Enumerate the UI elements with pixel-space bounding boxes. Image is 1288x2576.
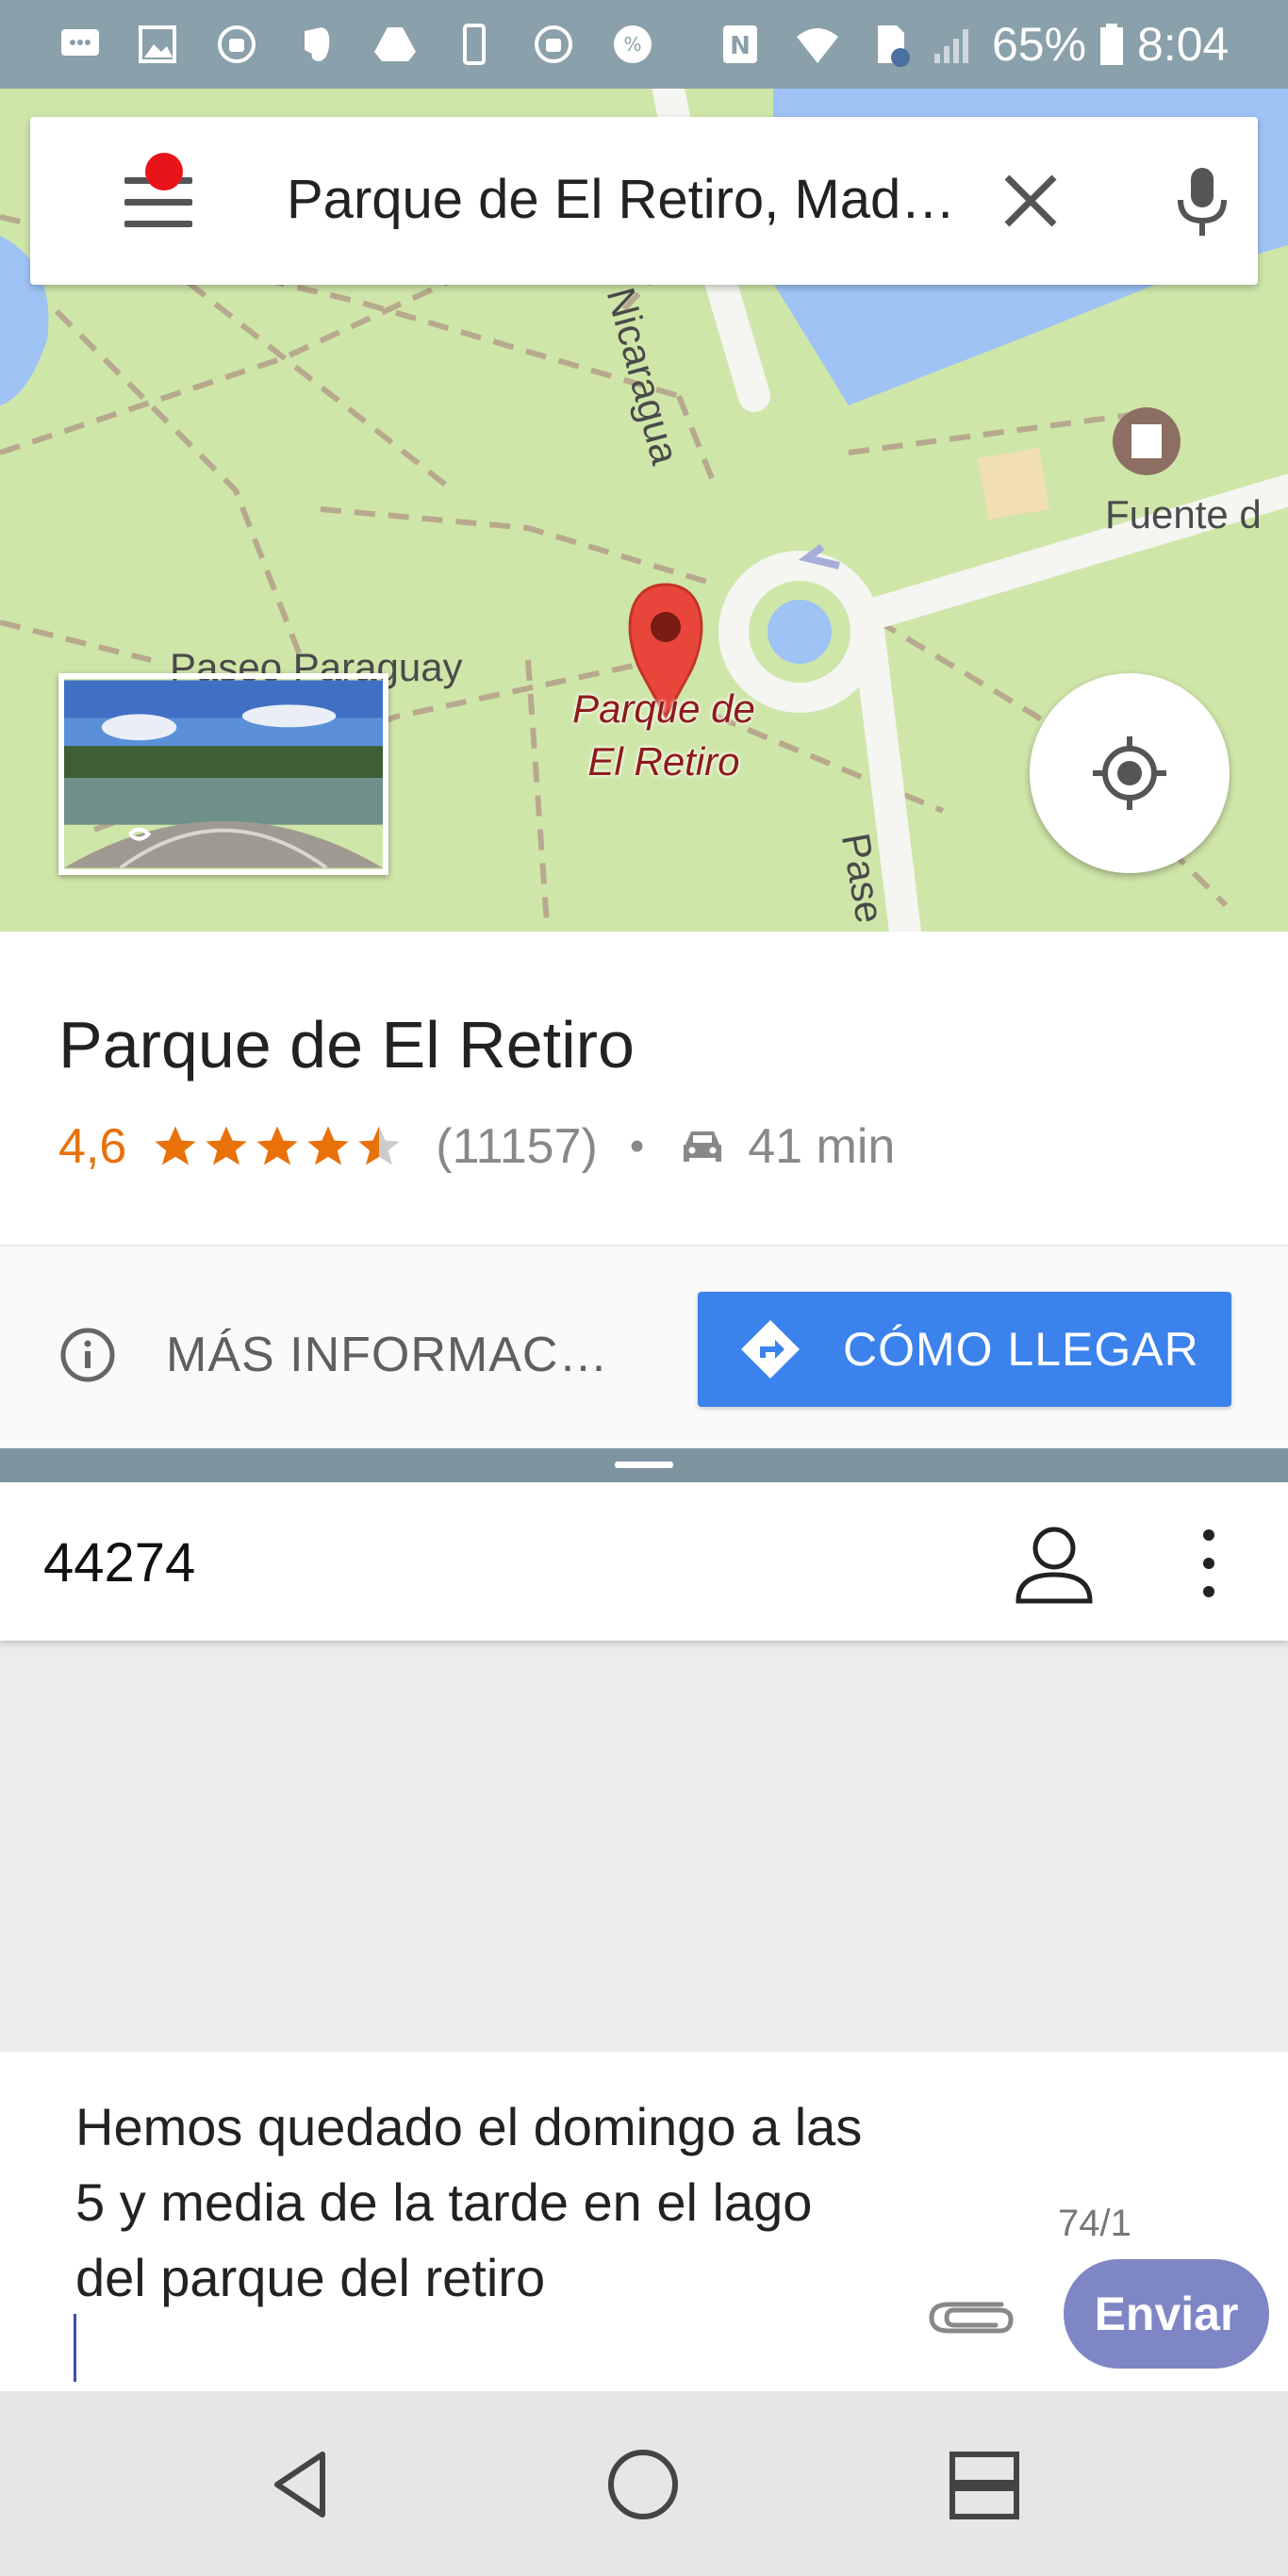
send-label: Enviar — [1094, 2287, 1239, 2340]
star-icon — [155, 1126, 196, 1165]
directions-button[interactable]: CÓMO LLEGAR — [698, 1292, 1231, 1407]
battery-icon — [1088, 21, 1135, 68]
home-button[interactable] — [596, 2442, 690, 2527]
more-options-button[interactable] — [1190, 1520, 1228, 1607]
my-location-button[interactable] — [1030, 673, 1230, 873]
directions-label: CÓMO LLEGAR — [843, 1323, 1199, 1376]
compose-area: Hemos quedado el domingo a las 5 y media… — [0, 2052, 1288, 2391]
wifi-icon — [794, 21, 841, 68]
message-input[interactable]: Hemos quedado el domingo a las 5 y media… — [75, 2089, 886, 2316]
android-sync-icon — [530, 21, 577, 68]
place-actions: MÁS INFORMAC… CÓMO LLEGAR — [0, 1245, 1288, 1448]
star-icon — [206, 1126, 247, 1165]
home-icon — [608, 2450, 678, 2519]
place-title: Parque de El Retiro — [58, 1008, 635, 1082]
separator-dot: • — [629, 1123, 645, 1169]
notification-dot — [145, 153, 183, 190]
evernote-icon — [292, 21, 339, 68]
back-button[interactable] — [256, 2442, 351, 2527]
recipient-number[interactable]: 44274 — [43, 1531, 195, 1594]
more-info-label: MÁS INFORMAC… — [166, 1328, 609, 1382]
voice-search-button[interactable] — [1160, 158, 1245, 243]
android-sync-icon — [213, 21, 260, 68]
drive-icon — [372, 21, 419, 68]
conversation-header: 44274 — [0, 1482, 1288, 1641]
street-label-fuente: Fuente d — [1105, 492, 1262, 537]
half-star-icon — [358, 1126, 400, 1165]
person-icon — [1016, 1527, 1093, 1604]
close-icon — [1004, 174, 1057, 227]
sim-icon — [867, 21, 915, 68]
signal-icon — [930, 21, 977, 68]
battery-percent: 65% — [992, 18, 1087, 71]
rating-row: 4,6 (11157) • 41 min — [58, 1116, 895, 1177]
status-bar: % N 65% 8:04 — [0, 0, 1288, 89]
clear-search-button[interactable] — [994, 164, 1067, 238]
message-thread[interactable] — [0, 1641, 1288, 2052]
more-info-button[interactable]: MÁS INFORMAC… — [58, 1322, 608, 1388]
review-count: (11157) — [436, 1119, 598, 1174]
rating-value: 4,6 — [58, 1119, 127, 1174]
character-counter: 74/1 — [1058, 2203, 1131, 2244]
status-time: 8:04 — [1137, 18, 1230, 71]
attach-button[interactable] — [916, 2276, 1020, 2352]
star-rating — [151, 1122, 404, 1171]
star-icon — [307, 1126, 349, 1165]
percent-icon: % — [609, 21, 656, 68]
street-view-thumbnail[interactable] — [58, 673, 388, 875]
mic-icon — [1178, 168, 1227, 236]
directions-icon — [741, 1320, 800, 1379]
star-icon — [256, 1126, 298, 1165]
search-bar[interactable]: Parque de El Retiro, Mad… — [30, 117, 1258, 285]
info-icon — [60, 1328, 115, 1382]
recents-icon — [949, 2452, 1019, 2519]
navigation-bar — [0, 2391, 1288, 2576]
contact-button[interactable] — [1011, 1520, 1098, 1607]
place-card[interactable]: Parque de El Retiro 4,6 (11157) • 41 min — [0, 932, 1288, 1245]
car-icon — [684, 1131, 722, 1162]
message-icon — [57, 21, 104, 68]
text-cursor — [74, 2314, 76, 2382]
send-button[interactable]: Enviar — [1064, 2259, 1269, 2369]
crosshair-icon — [1093, 736, 1166, 810]
back-icon — [274, 2452, 325, 2518]
gallery-icon — [134, 21, 181, 68]
panorama-image — [64, 680, 383, 869]
recents-button[interactable] — [937, 2442, 1032, 2527]
drive-time: 41 min — [748, 1119, 896, 1174]
nfc-icon: N — [717, 21, 764, 68]
svg-text:%: % — [623, 33, 641, 56]
paperclip-icon — [929, 2302, 1014, 2334]
divider-handle[interactable] — [615, 1461, 673, 1468]
place-marker-label[interactable]: Parque de El Retiro — [560, 683, 768, 788]
more-vert-icon — [1203, 1529, 1214, 1597]
svg-text:N: N — [730, 32, 751, 60]
split-screen-divider[interactable] — [0, 1448, 1288, 1482]
search-input[interactable]: Parque de El Retiro, Mad… — [287, 168, 984, 231]
phone-icon — [451, 21, 498, 68]
